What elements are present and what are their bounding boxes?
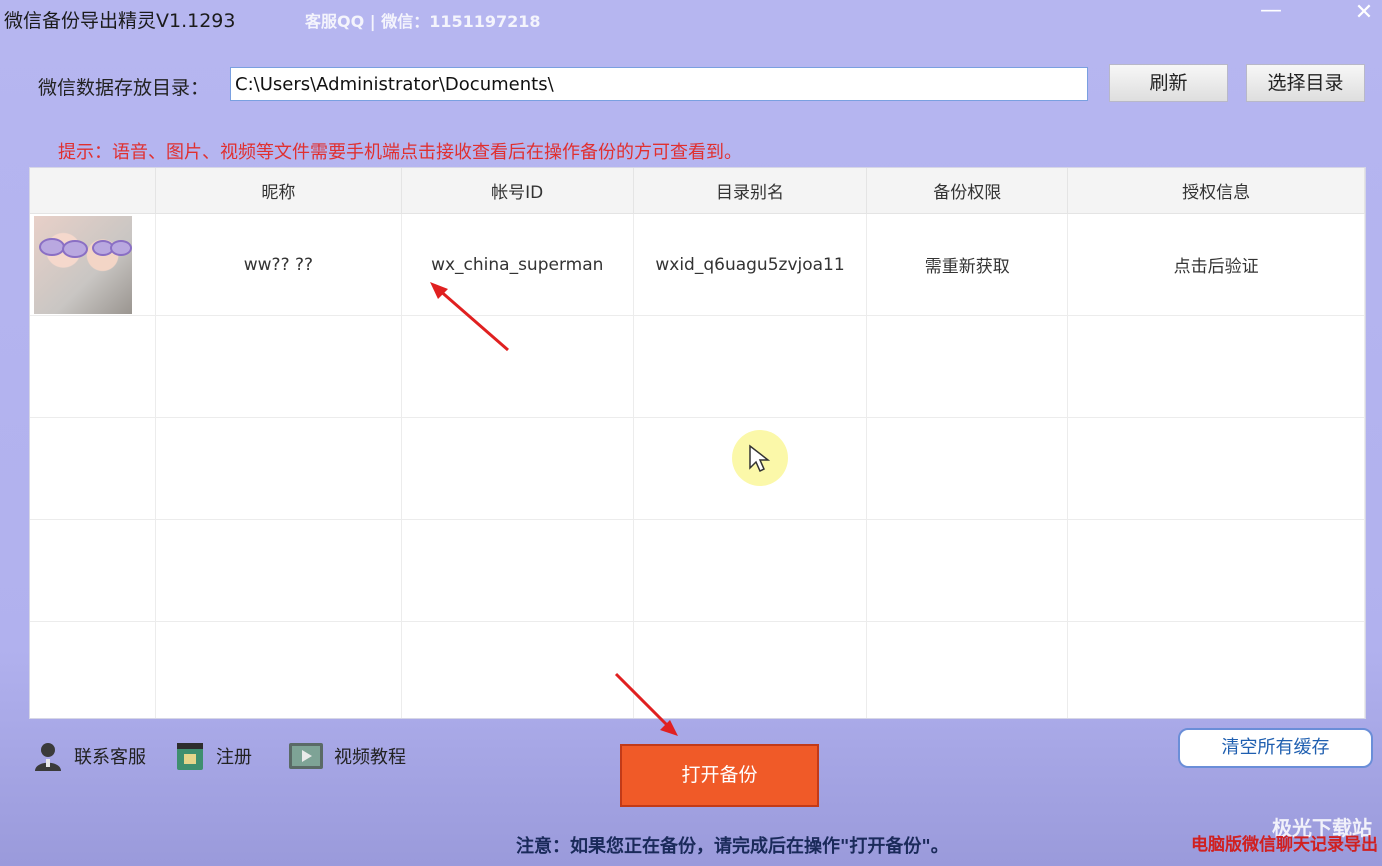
column-header-permission[interactable]: 备份权限	[866, 168, 1069, 214]
table-row-empty	[30, 417, 1365, 520]
column-header-avatar	[30, 168, 157, 214]
close-icon[interactable]: ✕	[1350, 0, 1378, 26]
register-link[interactable]: 注册	[174, 736, 252, 776]
dir-alias-cell[interactable]: wxid_q6uagu5zvjoa11	[633, 213, 868, 316]
nickname-cell[interactable]: ww?? ??	[155, 213, 402, 316]
support-contact: 客服QQ | 微信：1151197218	[305, 12, 541, 31]
hint-text: 提示：语音、图片、视频等文件需要手机端点击接收查看后在操作备份的方可查看到。	[58, 142, 742, 163]
permission-cell[interactable]: 需重新获取	[866, 213, 1069, 316]
table-row-empty	[30, 315, 1365, 418]
table-row[interactable]: ww?? ?? wx_china_superman wxid_q6uagu5zv…	[30, 213, 1365, 316]
account-table: 昵称 帐号ID 目录别名 备份权限 授权信息 ww?? ?? wx_china_…	[29, 167, 1366, 719]
auth-info-cell[interactable]: 点击后验证	[1067, 213, 1365, 316]
data-dir-label: 微信数据存放目录：	[38, 77, 210, 99]
register-label: 注册	[216, 747, 252, 768]
table-header-row: 昵称 帐号ID 目录别名 备份权限 授权信息	[30, 168, 1365, 214]
video-tutorial-link[interactable]: 视频教程	[288, 736, 406, 776]
column-header-dir-alias[interactable]: 目录别名	[633, 168, 868, 214]
table-row-empty	[30, 621, 1365, 718]
table-row-empty	[30, 519, 1365, 622]
data-dir-input[interactable]	[230, 67, 1088, 101]
column-header-auth-info[interactable]: 授权信息	[1067, 168, 1365, 214]
mouse-cursor-icon	[749, 444, 770, 473]
account-id-cell[interactable]: wx_china_superman	[401, 213, 634, 316]
contact-service-icon	[35, 743, 61, 771]
clear-cache-button[interactable]: 清空所有缓存	[1178, 728, 1373, 768]
contact-service-label: 联系客服	[74, 747, 146, 768]
contact-service-link[interactable]: 联系客服	[32, 736, 146, 776]
video-tutorial-label: 视频教程	[334, 747, 406, 768]
select-directory-button[interactable]: 选择目录	[1246, 64, 1365, 102]
window-title: 微信备份导出精灵V1.1293	[4, 10, 236, 32]
refresh-button[interactable]: 刷新	[1109, 64, 1228, 102]
video-tutorial-icon	[289, 743, 323, 769]
register-icon	[177, 743, 203, 770]
minimize-icon[interactable]: —	[1256, 0, 1286, 26]
column-header-account-id[interactable]: 帐号ID	[401, 168, 634, 214]
avatar-cell	[30, 213, 157, 316]
column-header-nickname[interactable]: 昵称	[155, 168, 402, 214]
open-backup-button[interactable]: 打开备份	[620, 744, 819, 807]
avatar-photo	[34, 215, 132, 314]
notice-text: 注意：如果您正在备份，请完成后在操作"打开备份"。	[516, 836, 949, 857]
export-chat-link[interactable]: 电脑版微信聊天记录导出	[1191, 830, 1378, 855]
